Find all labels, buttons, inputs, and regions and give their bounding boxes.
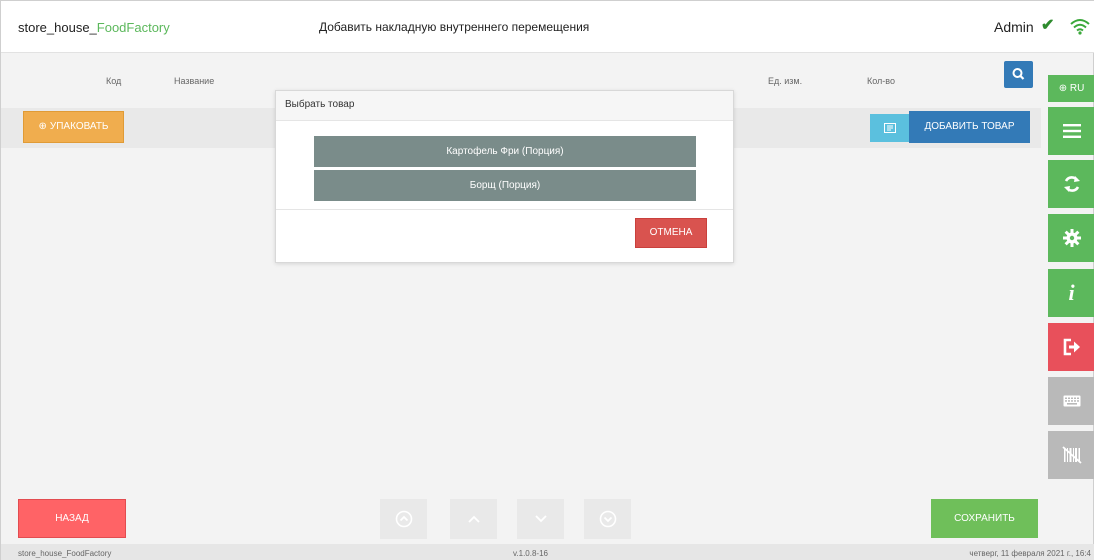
user-label: Admin (994, 19, 1034, 35)
column-code: Код (106, 76, 122, 86)
wifi-icon (1070, 19, 1090, 35)
scroll-down-button[interactable] (517, 499, 564, 539)
no-barcode-icon (1061, 446, 1082, 464)
keyboard-button[interactable] (1048, 377, 1094, 425)
circle-arrow-down-icon (599, 510, 616, 528)
pack-button[interactable]: ⊕ УПАКОВАТЬ (23, 111, 124, 143)
chevron-up-icon (467, 515, 480, 523)
status-datetime: четверг, 11 февраля 2021 г., 16:4 (969, 549, 1091, 558)
search-icon (1012, 68, 1025, 80)
cancel-button[interactable]: ОТМЕНА (635, 218, 707, 248)
column-quantity: Кол-во (867, 76, 895, 86)
sync-icon (1063, 176, 1080, 192)
app-title: store_house_FoodFactory (18, 20, 170, 35)
dialog-title: Выбрать товар (276, 91, 733, 121)
column-unit: Ед. изм. (768, 76, 803, 86)
back-button[interactable]: НАЗАД (18, 499, 126, 538)
settings-button[interactable] (1048, 214, 1094, 262)
scroll-up-button[interactable] (450, 499, 497, 539)
scroll-top-button[interactable] (380, 499, 427, 539)
app-window: store_house_FoodFactory Добавить накладн… (0, 0, 1094, 560)
sync-button[interactable] (1048, 160, 1094, 208)
chevron-down-icon (534, 515, 547, 523)
no-barcode-button[interactable] (1048, 431, 1094, 479)
barcode-card-icon (883, 123, 896, 133)
page-title: Добавить накладную внутреннего перемещен… (319, 20, 590, 34)
product-item-button[interactable]: Борщ (Порция) (314, 170, 696, 201)
check-icon: ✔ (1041, 17, 1055, 34)
select-product-dialog: Выбрать товар Картофель Фри (Порция) Бор… (275, 90, 734, 263)
language-button[interactable]: ⊕ RU (1048, 75, 1094, 102)
dialog-divider (276, 209, 733, 210)
product-item-button[interactable]: Картофель Фри (Порция) (314, 136, 696, 167)
search-button[interactable] (1004, 61, 1033, 88)
status-bar: store_house_FoodFactory v.1.0.8-16 четве… (1, 544, 1094, 560)
keyboard-icon (1063, 395, 1080, 407)
info-button[interactable]: i (1048, 269, 1094, 317)
column-name: Название (174, 76, 215, 86)
globe-icon: ⊕ (1058, 83, 1070, 94)
info-icon: i (1068, 280, 1075, 305)
gear-icon (1062, 229, 1081, 247)
header: store_house_FoodFactory Добавить накладн… (1, 1, 1094, 53)
logout-icon (1063, 338, 1080, 356)
status-version: v.1.0.8-16 (513, 549, 548, 558)
scroll-bottom-button[interactable] (584, 499, 631, 539)
status-app-name: store_house_FoodFactory (18, 549, 112, 558)
barcode-button[interactable] (870, 114, 909, 142)
add-product-button[interactable]: ДОБАВИТЬ ТОВАР (909, 111, 1030, 143)
save-button[interactable]: СОХРАНИТЬ (931, 499, 1038, 538)
box-icon: ⊕ (38, 121, 47, 132)
circle-arrow-up-icon (395, 510, 412, 528)
menu-button[interactable] (1048, 107, 1094, 155)
logout-button[interactable] (1048, 323, 1094, 371)
menu-icon (1062, 124, 1081, 138)
